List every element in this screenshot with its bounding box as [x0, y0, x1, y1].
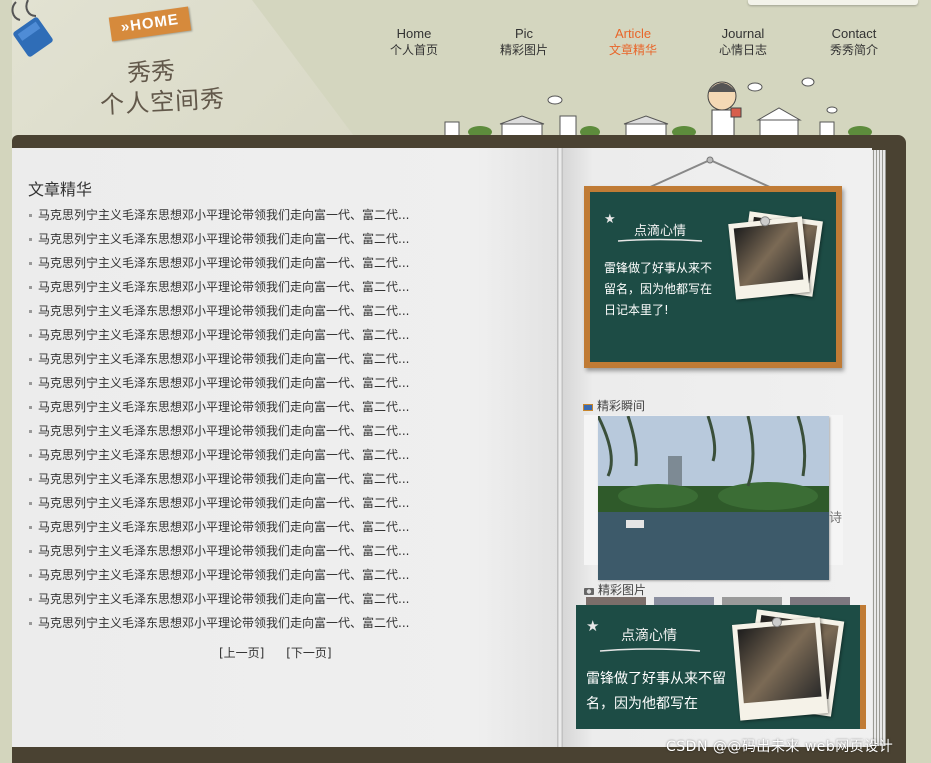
- thumbnail[interactable]: [722, 597, 782, 605]
- nav-item-label-en: Contact: [831, 26, 877, 41]
- mood-chalkboard: ★ 点滴心情 雷锋做了好事从来不留名，因为他都写在日记本里了!: [584, 186, 842, 368]
- prev-page-link[interactable]: [上一页]: [219, 646, 264, 660]
- thumbnail[interactable]: [790, 597, 850, 605]
- photo-card: [728, 215, 810, 300]
- article-list-item[interactable]: 马克思列宁主义毛泽东思想邓小平理论带领我们走向富一代、富二代...: [28, 467, 428, 491]
- book-spine: [557, 148, 563, 748]
- article-section-title: 文章精华: [28, 180, 93, 199]
- hanging-string: [647, 156, 773, 189]
- article-list-item[interactable]: 马克思列宁主义毛泽东思想邓小平理论带领我们走向富一代、富二代...: [28, 587, 428, 611]
- picture-thumbnails: [586, 597, 850, 605]
- camera-icon: [584, 588, 594, 595]
- lake-photo[interactable]: [598, 416, 829, 580]
- next-page-link[interactable]: [下一页]: [286, 646, 331, 660]
- side-ghost-text: 诗: [829, 511, 843, 526]
- pictures-heading: 精彩图片: [584, 581, 646, 598]
- article-list-item[interactable]: 马克思列宁主义毛泽东思想邓小平理论带领我们走向富一代、富二代...: [28, 203, 428, 227]
- article-list-item[interactable]: 马克思列宁主义毛泽东思想邓小平理论带领我们走向富一代、富二代...: [28, 371, 428, 395]
- article-list-item[interactable]: 马克思列宁主义毛泽东思想邓小平理论带领我们走向富一代、富二代...: [28, 515, 428, 539]
- photo-stack: [728, 210, 823, 302]
- top-right-strip: [748, 0, 918, 5]
- csdn-watermark: CSDN @@码出未来 web网页设计: [666, 739, 894, 755]
- moments-heading-label: 精彩瞬间: [597, 399, 646, 413]
- site-header: »HOME 秀秀 个人空间秀 Home 个人首页 Pic 精彩图片 Articl…: [0, 0, 931, 140]
- nav-item-label-cn: 精彩图片: [499, 43, 548, 57]
- nav-item-label-cn: 秀秀简介: [829, 43, 878, 57]
- mood-chalkboard-large: ★ 点滴心情 雷锋做了好事从来不留名，因为他都写在: [576, 605, 866, 729]
- article-list-item[interactable]: 马克思列宁主义毛泽东思想邓小平理论带领我们走向富一代、富二代...: [28, 395, 428, 419]
- photo-stack: [731, 609, 845, 727]
- article-list-item[interactable]: 马克思列宁主义毛泽东思想邓小平理论带领我们走向富一代、富二代...: [28, 347, 428, 371]
- nav-item-home[interactable]: Home 个人首页: [372, 26, 456, 58]
- cartoon-town-illustration: [444, 77, 872, 138]
- article-list-item[interactable]: 马克思列宁主义毛泽东思想邓小平理论带领我们走向富一代、富二代...: [28, 299, 428, 323]
- article-list-item[interactable]: 马克思列宁主义毛泽东思想邓小平理论带领我们走向富一代、富二代...: [28, 611, 428, 635]
- nav-item-label-cn: 心情日志: [718, 43, 767, 57]
- nav-item-label-cn: 个人首页: [389, 43, 438, 57]
- article-list-item[interactable]: 马克思列宁主义毛泽东思想邓小平理论带领我们走向富一代、富二代...: [28, 491, 428, 515]
- nav-item-label-en: Pic: [514, 26, 534, 41]
- article-list-item[interactable]: 马克思列宁主义毛泽东思想邓小平理论带领我们走向富一代、富二代...: [28, 275, 428, 299]
- nav-item-article[interactable]: Article 文章精华: [591, 26, 675, 58]
- article-list-item[interactable]: 马克思列宁主义毛泽东思想邓小平理论带领我们走向富一代、富二代...: [28, 419, 428, 443]
- tv-icon: [583, 404, 593, 411]
- article-list-item[interactable]: 马克思列宁主义毛泽东思想邓小平理论带领我们走向富一代、富二代...: [28, 539, 428, 563]
- main-nav: Home 个人首页 Pic 精彩图片 Article 文章精华 Journal …: [372, 26, 892, 62]
- site-title-line2: 个人空间秀: [99, 84, 226, 120]
- chalk-underline: [617, 238, 703, 242]
- star-icon: ★: [604, 212, 616, 227]
- article-list: 马克思列宁主义毛泽东思想邓小平理论带领我们走向富一代、富二代... 马克思列宁主…: [28, 203, 428, 635]
- nav-item-label-en: Home: [396, 26, 432, 41]
- binder-clip-icon: [11, 0, 53, 57]
- nav-item-label-en: Journal: [721, 26, 765, 41]
- article-list-item[interactable]: 马克思列宁主义毛泽东思想邓小平理论带领我们走向富一代、富二代...: [28, 443, 428, 467]
- pagination: [上一页] [下一页]: [219, 644, 350, 661]
- chalkboard-title: 点滴心情: [634, 224, 687, 239]
- chalkboard-title: 点滴心情: [621, 628, 677, 644]
- article-list-item[interactable]: 马克思列宁主义毛泽东思想邓小平理论带领我们走向富一代、富二代...: [28, 251, 428, 275]
- nav-item-pic[interactable]: Pic 精彩图片: [482, 26, 566, 58]
- nav-item-journal[interactable]: Journal 心情日志: [701, 26, 785, 58]
- photo-card: [731, 616, 829, 721]
- nav-item-label-en: Article: [614, 26, 652, 41]
- pictures-heading-label: 精彩图片: [598, 583, 647, 597]
- article-list-item[interactable]: 马克思列宁主义毛泽东思想邓小平理论带领我们走向富一代、富二代...: [28, 323, 428, 347]
- article-list-item[interactable]: 马克思列宁主义毛泽东思想邓小平理论带领我们走向富一代、富二代...: [28, 227, 428, 251]
- thumbnail[interactable]: [586, 597, 646, 605]
- chalkboard-text: 雷锋做了好事从来不留名，因为他都写在: [586, 671, 726, 712]
- nav-item-contact[interactable]: Contact 秀秀简介: [812, 26, 896, 58]
- chalkboard-text: 雷锋做了好事从来不留名，因为他都写在日记本里了!: [604, 261, 713, 317]
- thumbnail[interactable]: [654, 597, 714, 605]
- chalk-underline: [599, 648, 701, 652]
- star-icon: ★: [586, 617, 600, 635]
- moments-heading: 精彩瞬间: [583, 397, 645, 414]
- article-list-item[interactable]: 马克思列宁主义毛泽东思想邓小平理论带领我们走向富一代、富二代...: [28, 563, 428, 587]
- nav-item-label-cn: 文章精华: [608, 43, 657, 57]
